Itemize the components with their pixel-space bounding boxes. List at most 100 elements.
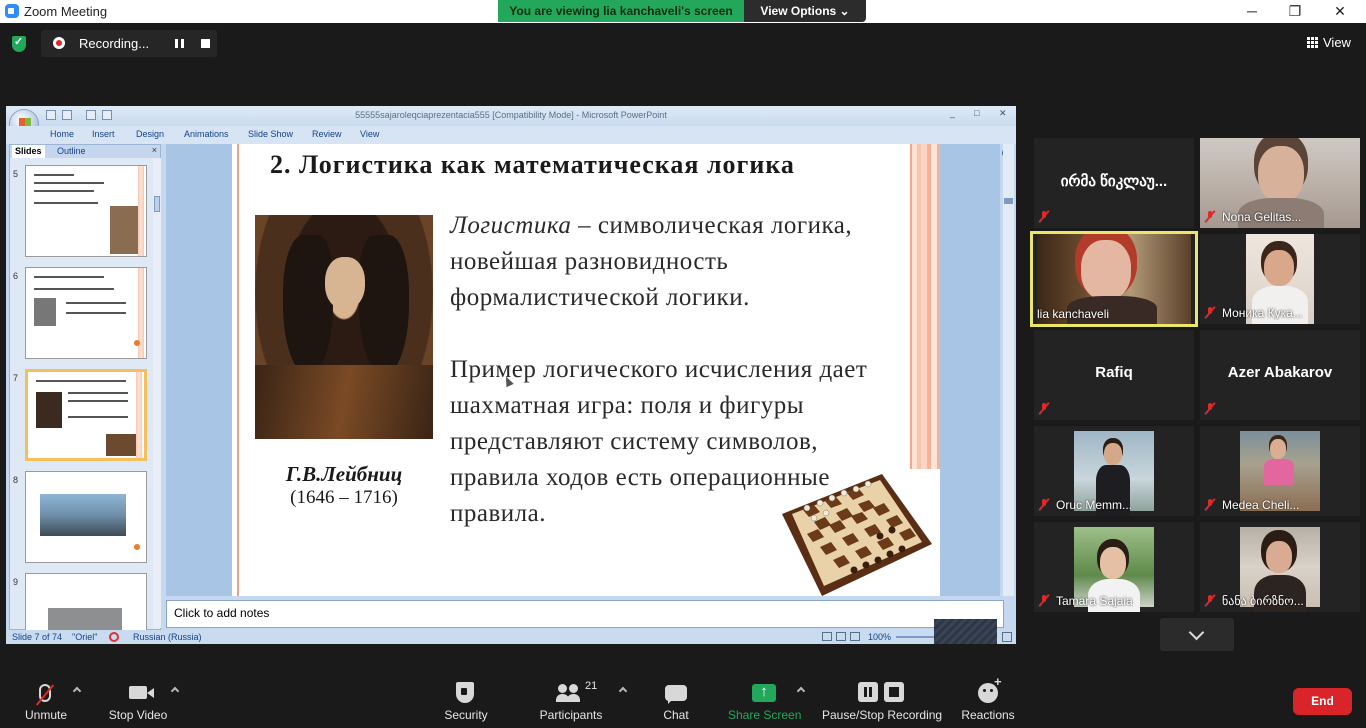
end-meeting-button[interactable]: End [1293,688,1352,715]
status-theme: "Oriel" [72,632,98,642]
pane-tabs: Slides Outline × [10,145,160,158]
chessboard-image [782,474,932,596]
participant-tile[interactable]: ირმა წიკლაუ... [1034,138,1194,228]
encryption-shield-icon[interactable] [12,35,26,52]
ribbon-tab-view[interactable]: View [360,129,379,139]
participant-tile[interactable]: Tamara Sajaia [1034,522,1194,612]
participants-icon [556,684,582,702]
meeting-toolbar: Unmute Stop Video Security 21 Participan… [0,672,1366,728]
window-title: Zoom Meeting [24,4,108,19]
muted-mic-icon [1039,403,1049,414]
share-screen-icon [752,683,776,702]
tab-slides[interactable]: Slides [12,145,45,158]
ppt-window-title: 55555sajaroleqciaprezentacia555 [Compati… [355,110,667,120]
slide-paragraph-1: Логистика – символическая логика, новейш… [450,208,910,316]
pause-recording-icon[interactable] [175,39,184,48]
caret-up-icon [618,686,628,696]
muted-mic-icon [1205,595,1215,606]
status-slide-count: Slide 7 of 74 [12,632,63,642]
minimize-button[interactable]: ─ [1232,1,1272,21]
slide-thumbnail[interactable] [25,267,147,359]
slide-thumbnail[interactable] [25,573,147,631]
share-screen-label: Share Screen [728,708,802,722]
participant-tile[interactable]: Oruc Memm... [1034,426,1194,516]
gallery-next-page-button[interactable] [1160,618,1234,651]
slides-pane: Slides Outline × 5 6 7 8 9 [9,144,161,631]
fit-to-window-icon[interactable] [1002,632,1012,642]
participant-tile-active-speaker[interactable]: lia kanchaveli [1030,231,1198,327]
slide-thumbnail[interactable] [25,471,147,563]
participant-name: ნანა ბირზნო... [1222,594,1304,608]
slide-thumbnail[interactable] [25,165,147,257]
thumbnail-image [106,434,136,456]
undo-icon[interactable] [62,110,72,120]
muted-mic-icon [1205,211,1215,222]
ppt-restore-button[interactable]: □ [974,108,979,118]
current-slide[interactable]: 2. Логистика как математическая логика Г… [232,144,940,596]
thumbnail-image [48,608,122,630]
slide-show-icon[interactable] [850,632,860,641]
muted-mic-icon [1205,307,1215,318]
ribbon-tab-animations[interactable]: Animations [184,129,229,139]
security-label: Security [444,708,488,722]
ribbon-tab-home[interactable]: Home [50,129,74,139]
ribbon-tab-insert[interactable]: Insert [92,129,115,139]
ribbon-tab-design[interactable]: Design [136,129,164,139]
redo-icon[interactable] [86,110,96,120]
close-button[interactable]: ✕ [1320,1,1360,21]
shared-screen[interactable]: 55555sajaroleqciaprezentacia555 [Compati… [6,106,1016,644]
view-options-button[interactable]: View Options ⌄ [744,0,866,22]
participant-tile[interactable]: Моника Кука... [1200,234,1360,324]
save-icon[interactable] [46,110,56,120]
pane-close-icon[interactable]: × [152,145,157,155]
pause-stop-recording-label: Pause/Stop Recording [822,708,943,722]
tab-outline[interactable]: Outline [54,145,89,158]
zoom-slider[interactable] [896,636,934,638]
ppt-status-bar: Slide 7 of 74 "Oriel" Russian (Russia) 1… [6,630,1016,644]
ribbon-tabs: Home Insert Design Animations Slide Show… [6,126,1016,158]
participant-name: Моника Кука... [1222,306,1303,320]
participant-name-large: Azer Abakarov [1227,364,1333,381]
recording-label: Recording... [79,36,150,51]
recording-indicator: Recording... [41,30,217,57]
participant-name: Tamara Sajaia [1056,594,1133,608]
new-file-icon[interactable] [102,110,112,120]
participants-count: 21 [585,680,598,692]
normal-view-icon[interactable] [822,632,832,641]
emoji-icon [978,674,1002,703]
participant-tile[interactable]: Rafiq [1034,330,1194,420]
slide-sorter-icon[interactable] [836,632,846,641]
ribbon-tab-review[interactable]: Review [312,129,342,139]
notes-pane[interactable]: Click to add notes [166,600,1004,628]
taskbar-fragment [934,619,997,644]
shield-icon [456,682,474,703]
muted-mic-icon [1205,403,1215,414]
maximize-button[interactable]: ❐ [1275,1,1315,21]
spellcheck-icon[interactable] [109,632,119,642]
pane-scrollbar[interactable] [153,158,161,628]
ppt-minimize-button[interactable]: _ [950,108,955,118]
thumbnail-number: 9 [13,577,19,587]
edit-area-scrollbar[interactable] [1003,144,1014,596]
participant-tile[interactable]: ნანა ბირზნო... [1200,522,1360,612]
portrait-caption-years: (1646 – 1716) [290,487,398,508]
thumbnail-image [110,206,138,254]
slide-thumbnail-selected[interactable] [25,369,147,461]
participant-tile[interactable]: Medea Cheli... [1200,426,1360,516]
muted-mic-icon [1205,499,1215,510]
participant-tile[interactable]: Nona Gelitas... [1200,138,1360,228]
portrait-caption-name: Г.В.Лейбниц [285,462,403,486]
viewing-screen-banner: You are viewing lia kanchaveli's screen [498,0,744,22]
participant-name: lia kanchaveli [1037,307,1110,321]
stop-video-label: Stop Video [108,708,168,722]
view-layout-button[interactable]: View [1307,35,1351,50]
participant-name-large: Rafiq [1095,364,1133,381]
ribbon-tab-slide-show[interactable]: Slide Show [248,129,293,139]
slide-edit-area[interactable]: 2. Логистика как математическая логика Г… [166,144,1000,596]
decorative-stripes [907,144,940,469]
unmute-label: Unmute [24,708,68,722]
ppt-close-button[interactable]: ✕ [999,108,1007,119]
participants-label: Participants [539,708,603,722]
stop-recording-icon[interactable] [201,39,210,48]
participant-tile[interactable]: Azer Abakarov [1200,330,1360,420]
